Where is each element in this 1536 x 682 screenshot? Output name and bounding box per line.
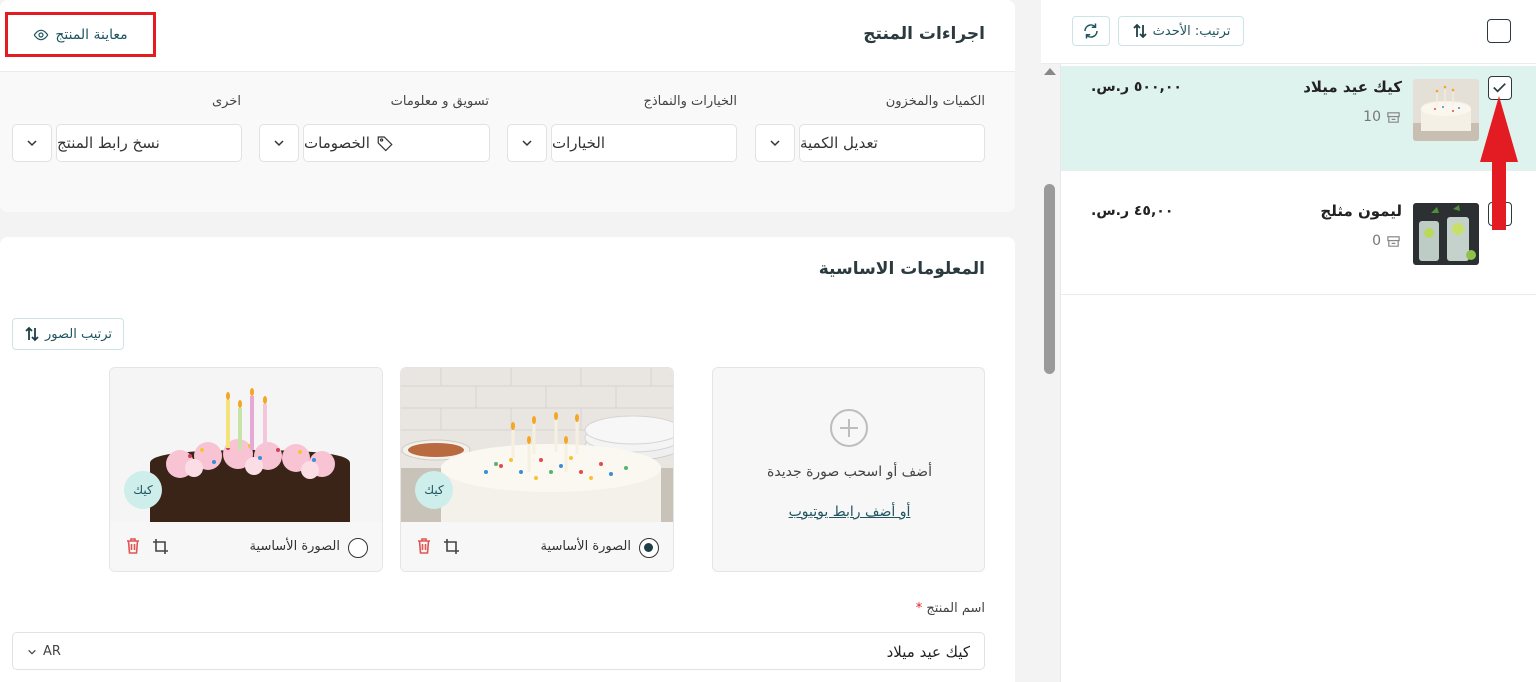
group-label-options: الخيارات والنماذج xyxy=(643,94,737,109)
add-youtube-link[interactable]: أو أضف رابط يوتيوب xyxy=(713,504,986,520)
chevron-down-icon xyxy=(27,140,37,147)
sort-images-button[interactable]: ترتيب الصور xyxy=(12,318,124,350)
copy-product-link-select[interactable]: نسخ رابط المنتج xyxy=(56,124,242,162)
main-image-radio[interactable] xyxy=(639,538,659,558)
box-icon xyxy=(1387,235,1400,247)
chevron-down-icon xyxy=(274,140,284,147)
product-price: ٤٥,٠٠ ر.س. xyxy=(1091,203,1174,219)
marketing-dropdown-button[interactable] xyxy=(259,124,299,162)
box-icon xyxy=(1387,111,1400,123)
quantities-dropdown-button[interactable] xyxy=(755,124,795,162)
tag-icon xyxy=(377,136,393,152)
upload-hint: أضف أو اسحب صورة جديدة xyxy=(767,464,932,480)
discounts-value: الخصومات xyxy=(304,134,370,152)
sort-images-label: ترتيب الصور xyxy=(44,326,113,342)
language-select[interactable]: AR xyxy=(27,644,61,659)
refresh-icon xyxy=(1084,23,1098,39)
required-mark: * xyxy=(915,601,923,616)
product-image-card: كيك الصورة الأساسية xyxy=(109,367,383,572)
product-name-value: كيك عيد ميلاد xyxy=(886,643,970,661)
group-label-other: اخرى xyxy=(212,94,241,109)
scrollbar-thumb[interactable] xyxy=(1044,184,1055,374)
product-actions-card: اجراءات المنتج معاينة المنتج الكميات وال… xyxy=(0,0,1015,212)
image-upload-dropzone[interactable]: أضف أو اسحب صورة جديدة أو أضف رابط يوتيو… xyxy=(712,367,985,572)
image-card-footer: الصورة الأساسية xyxy=(401,522,673,571)
options-dropdown-button[interactable] xyxy=(507,124,547,162)
copy-product-link-value: نسخ رابط المنتج xyxy=(57,134,160,152)
crop-icon[interactable] xyxy=(152,538,170,556)
product-stock-count: 0 xyxy=(1372,233,1381,249)
product-actions-header: اجراءات المنتج معاينة المنتج xyxy=(0,0,1015,72)
product-name-label-text: اسم المنتج xyxy=(926,601,985,616)
product-name-input[interactable]: كيك عيد ميلاد AR xyxy=(12,632,985,670)
image-card-footer: الصورة الأساسية xyxy=(110,522,382,571)
product-image-card: كيك الصورة الأساسية xyxy=(400,367,674,572)
options-select[interactable]: الخيارات xyxy=(551,124,737,162)
sort-label: ترتيب: الأحدث xyxy=(1152,23,1231,39)
preview-product-label: معاينة المنتج xyxy=(55,26,128,43)
product-actions-title: اجراءات المنتج xyxy=(863,24,985,44)
other-dropdown-button[interactable] xyxy=(12,124,52,162)
product-thumbnail xyxy=(1413,79,1479,141)
sort-icon xyxy=(1133,23,1147,39)
product-name: كيك عيد ميلاد xyxy=(1303,78,1402,96)
sort-icon xyxy=(25,326,39,342)
products-list-toolbar: ترتيب: الأحدث xyxy=(1041,0,1536,64)
chevron-down-icon xyxy=(522,140,532,147)
language-value: AR xyxy=(43,644,61,659)
group-label-marketing: تسويق و معلومات xyxy=(390,94,489,109)
basic-info-title: المعلومات الاساسية xyxy=(818,259,985,279)
sort-newest-button[interactable]: ترتيب: الأحدث xyxy=(1118,16,1244,46)
preview-product-button[interactable]: معاينة المنتج xyxy=(5,12,156,57)
annotation-arrow-icon xyxy=(1480,96,1518,230)
basic-info-card: المعلومات الاساسية ترتيب الصور أضف أو اس… xyxy=(0,237,1015,682)
scroll-up-arrow[interactable] xyxy=(1044,68,1056,75)
product-list-item[interactable]: كيك عيد ميلاد 10 ٥٠٠,٠٠ ر.س. xyxy=(1061,66,1536,171)
edit-quantity-select[interactable]: تعديل الكمية xyxy=(799,124,985,162)
trash-icon[interactable] xyxy=(124,537,142,555)
edit-quantity-value: تعديل الكمية xyxy=(800,134,878,152)
chevron-down-icon xyxy=(770,140,780,147)
product-stock-count: 10 xyxy=(1363,109,1381,125)
select-all-checkbox[interactable] xyxy=(1487,19,1511,43)
main-image-label: الصورة الأساسية xyxy=(249,539,340,554)
category-tag-badge: كيك xyxy=(415,471,453,509)
refresh-button[interactable] xyxy=(1072,16,1110,46)
product-name-label: اسم المنتج * xyxy=(916,601,985,616)
products-list-panel: ترتيب: الأحدث كيك عيد ميلاد 10 ٥٠٠,٠٠ ر.… xyxy=(1041,0,1536,682)
options-value: الخيارات xyxy=(552,134,606,152)
product-list-item[interactable]: ليمون مثلج 0 ٤٥,٠٠ ر.س. xyxy=(1061,190,1536,295)
product-thumbnail xyxy=(1413,203,1479,265)
discounts-select[interactable]: الخصومات xyxy=(303,124,490,162)
check-icon xyxy=(1493,83,1506,93)
product-price: ٥٠٠,٠٠ ر.س. xyxy=(1091,79,1182,95)
group-label-quantities: الكميات والمخزون xyxy=(885,94,985,109)
eye-icon xyxy=(33,29,49,40)
trash-icon[interactable] xyxy=(415,537,433,555)
main-scrollbar[interactable] xyxy=(1040,64,1060,682)
main-image-label: الصورة الأساسية xyxy=(540,539,631,554)
category-tag-badge: كيك xyxy=(124,471,162,509)
main-panel: اجراءات المنتج معاينة المنتج الكميات وال… xyxy=(0,0,1015,682)
main-image-radio[interactable] xyxy=(348,538,368,558)
plus-circle-icon xyxy=(830,409,868,447)
product-actions-body: الكميات والمخزون تعديل الكمية الخيارات و… xyxy=(0,72,1015,212)
chevron-down-icon xyxy=(28,649,36,655)
product-stock: 0 xyxy=(1372,233,1401,249)
product-stock: 10 xyxy=(1363,109,1401,125)
crop-icon[interactable] xyxy=(443,538,461,556)
product-name: ليمون مثلج xyxy=(1320,202,1402,220)
